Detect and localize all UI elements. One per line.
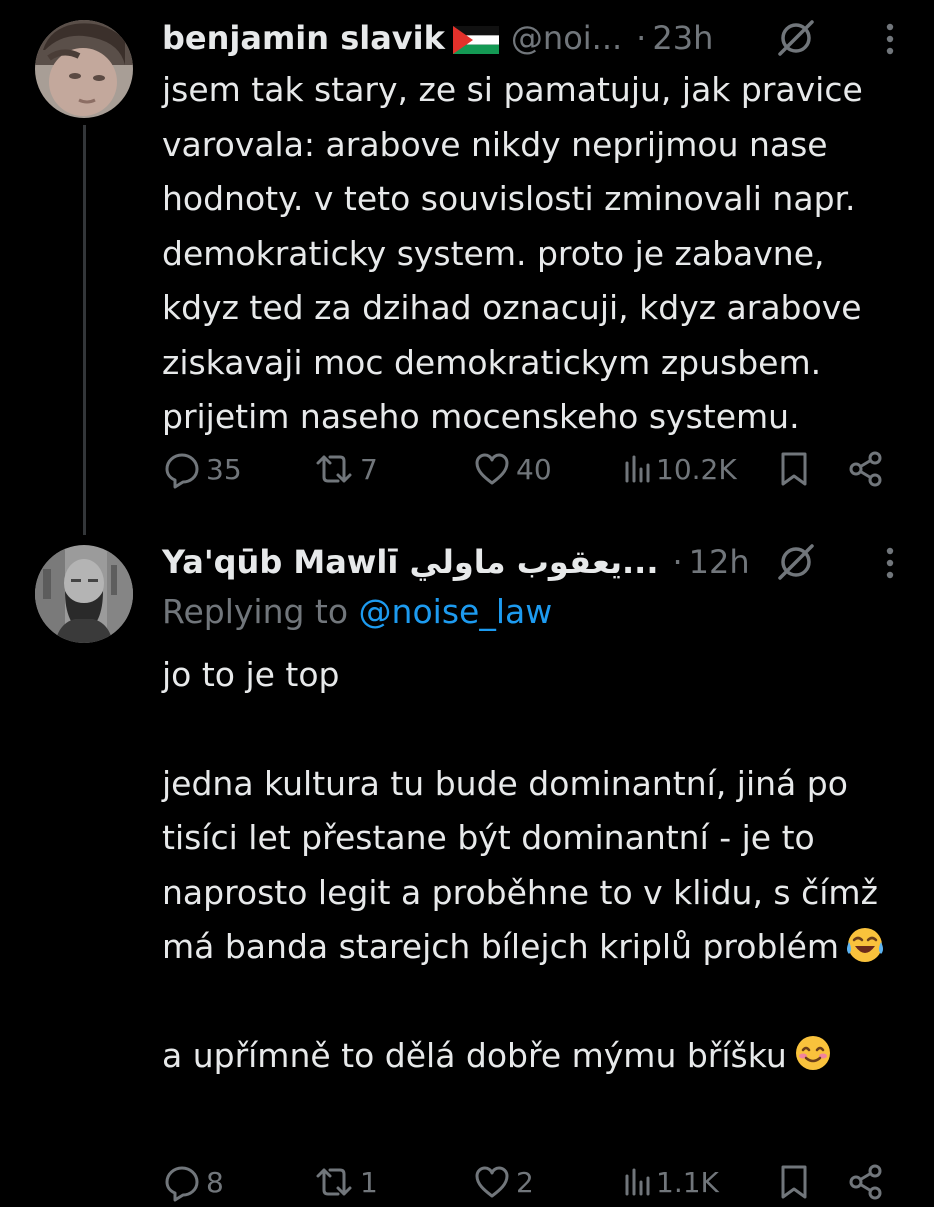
like-icon bbox=[475, 453, 509, 485]
reply-icon bbox=[165, 453, 199, 489]
bookmark-button[interactable] bbox=[776, 444, 812, 494]
avatar-image bbox=[35, 545, 133, 643]
smiling-face-with-smiling-eyes-emoji-icon bbox=[793, 1033, 833, 1073]
tweet-paragraph: jedna kultura tu bude dominantní, jiná p… bbox=[162, 757, 904, 975]
tweet-paragraph: jo to je top bbox=[162, 655, 340, 694]
share-button[interactable] bbox=[846, 444, 886, 494]
bookmark-icon bbox=[781, 1165, 807, 1199]
separator-dot: · bbox=[672, 543, 683, 581]
timestamp[interactable]: 23h bbox=[652, 19, 713, 57]
bookmark-icon bbox=[781, 452, 807, 486]
tweet-text: jsem tak stary, ze si pamatuju, jak prav… bbox=[162, 70, 863, 436]
views-icon bbox=[625, 1168, 650, 1196]
timestamp[interactable]: 12h bbox=[689, 543, 750, 581]
more-options-icon[interactable] bbox=[884, 22, 896, 56]
repost-icon bbox=[316, 1168, 352, 1196]
tweet-paragraph-text: jedna kultura tu bude dominantní, jiná p… bbox=[162, 763, 878, 967]
avatar-image bbox=[35, 20, 133, 118]
grok-icon[interactable] bbox=[776, 542, 816, 582]
replying-to-handle[interactable]: @noise_law bbox=[359, 592, 553, 631]
more-options-icon[interactable] bbox=[884, 546, 896, 580]
repost-button[interactable]: 7 bbox=[312, 444, 378, 494]
tweet-actions: 35 7 40 10.2K bbox=[162, 444, 894, 494]
avatar[interactable] bbox=[35, 545, 133, 643]
reply-button[interactable]: 35 bbox=[162, 444, 242, 494]
views-icon bbox=[625, 455, 650, 483]
views-button[interactable]: 10.2K bbox=[622, 444, 737, 494]
user-handle[interactable]: @noi... bbox=[511, 19, 622, 57]
replying-to-label: Replying to bbox=[162, 592, 349, 631]
repost-count: 1 bbox=[360, 1165, 378, 1199]
tweet-header: benjamin slavik @noi... · 23h bbox=[162, 16, 934, 60]
reply-icon bbox=[165, 1166, 199, 1202]
palestine-flag-icon bbox=[452, 24, 499, 54]
like-icon bbox=[475, 1166, 509, 1198]
repost-count: 7 bbox=[360, 452, 378, 486]
tweet-text: jo to je top jedna kultura tu bude domin… bbox=[162, 648, 904, 1083]
tweet-2[interactable]: Ya'qūb Mawlī يعقوب ماولي... · 12h Replyi… bbox=[0, 520, 934, 1202]
avatar[interactable] bbox=[35, 20, 133, 118]
tweet-header: Ya'qūb Mawlī يعقوب ماولي... · 12h bbox=[162, 540, 934, 584]
like-count: 40 bbox=[516, 452, 552, 486]
separator-dot: · bbox=[636, 19, 647, 57]
tweet-paragraph-blank bbox=[162, 975, 904, 1029]
reply-count: 35 bbox=[206, 452, 242, 486]
tweet-paragraph: a upřímně to dělá dobře mýmu bříšku bbox=[162, 1029, 904, 1084]
like-count: 2 bbox=[516, 1165, 534, 1199]
face-with-tears-of-joy-emoji-icon bbox=[845, 924, 885, 964]
tweet-paragraph-text: a upřímně to dělá dobře mýmu bříšku bbox=[162, 1035, 787, 1075]
tweet-paragraph-blank bbox=[162, 703, 904, 757]
repost-icon bbox=[316, 455, 352, 483]
replying-to: Replying to @noise_law bbox=[162, 585, 552, 639]
display-name[interactable]: Ya'qūb Mawlī يعقوب ماولي... bbox=[162, 543, 658, 581]
tweet-1[interactable]: benjamin slavik @noi... · 23h jsem tak s… bbox=[0, 0, 934, 520]
display-name[interactable]: benjamin slavik bbox=[162, 19, 445, 57]
reply-count: 8 bbox=[206, 1165, 224, 1199]
views-count: 10.2K bbox=[656, 452, 737, 486]
share-icon bbox=[849, 1164, 882, 1200]
views-count: 1.1K bbox=[656, 1165, 719, 1199]
like-button[interactable]: 40 bbox=[472, 444, 552, 494]
share-icon bbox=[849, 451, 882, 487]
grok-icon[interactable] bbox=[776, 18, 816, 58]
